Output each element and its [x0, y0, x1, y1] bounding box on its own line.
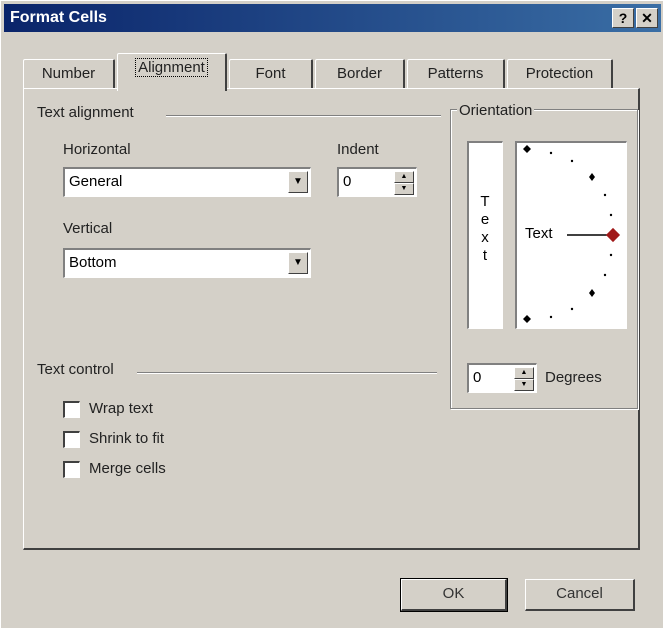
tab-patterns[interactable]: Patterns: [407, 59, 505, 89]
indent-label: Indent: [337, 141, 379, 158]
dial-text-label: Text: [525, 225, 555, 242]
merge-cells-label: Merge cells: [89, 460, 166, 477]
degrees-label: Degrees: [545, 369, 602, 386]
vertical-select[interactable]: Bottom ▼: [63, 248, 311, 278]
indent-stepper[interactable]: 0 ▲ ▼: [337, 167, 417, 197]
ok-button[interactable]: OK: [400, 578, 508, 612]
chevron-down-icon[interactable]: ▼: [288, 171, 308, 193]
wrap-text-checkbox[interactable]: [63, 401, 80, 418]
tab-border-label: Border: [336, 65, 383, 82]
tab-number[interactable]: Number: [23, 59, 115, 89]
tab-number-label: Number: [41, 65, 96, 82]
chevron-down-icon[interactable]: ▼: [288, 252, 308, 274]
text-control-group-label: Text control: [35, 361, 116, 378]
tab-border[interactable]: Border: [315, 59, 405, 89]
degrees-value: 0: [473, 369, 482, 386]
cancel-button[interactable]: Cancel: [525, 579, 635, 611]
spin-down-icon[interactable]: ▼: [394, 183, 414, 195]
tab-alignment[interactable]: Alignment: [117, 53, 227, 91]
vertical-text-char: e: [480, 211, 490, 228]
tab-protection[interactable]: Protection: [507, 59, 613, 89]
format-cells-dialog: Format Cells ? ✕ Number Alignment Font B…: [0, 0, 663, 628]
horizontal-label: Horizontal: [63, 141, 131, 158]
text-alignment-divider: [166, 115, 441, 117]
vertical-text-char: T: [480, 193, 490, 210]
horizontal-select[interactable]: General ▼: [63, 167, 311, 197]
wrap-text-label: Wrap text: [89, 400, 153, 417]
tab-patterns-label: Patterns: [427, 65, 484, 82]
vertical-label: Vertical: [63, 220, 113, 237]
vertical-text-char: t: [482, 247, 488, 264]
vertical-value: Bottom: [69, 254, 117, 271]
shrink-to-fit-checkbox[interactable]: [63, 431, 80, 448]
tab-alignment-label: Alignment: [135, 58, 208, 77]
tab-font[interactable]: Font: [229, 59, 313, 89]
horizontal-value: General: [69, 173, 123, 190]
text-alignment-group-label: Text alignment: [35, 104, 136, 121]
text-control-divider: [137, 372, 437, 374]
tab-font-label: Font: [255, 65, 286, 82]
dialog-title: Format Cells: [10, 9, 107, 26]
shrink-to-fit-label: Shrink to fit: [89, 430, 165, 447]
orientation-group-label: Orientation: [457, 102, 535, 119]
spin-down-icon[interactable]: ▼: [514, 379, 534, 391]
indent-value: 0: [343, 173, 352, 190]
merge-cells-checkbox[interactable]: [63, 461, 80, 478]
spin-up-icon[interactable]: ▲: [514, 367, 534, 379]
vertical-text-char: x: [481, 229, 489, 246]
close-button[interactable]: ✕: [636, 8, 658, 28]
help-button[interactable]: ?: [612, 8, 634, 28]
tab-protection-label: Protection: [525, 65, 594, 82]
orientation-dial[interactable]: Text: [515, 141, 627, 329]
title-bar: Format Cells ? ✕: [4, 4, 661, 32]
vertical-text-toggle[interactable]: T e x t: [467, 141, 503, 329]
spin-up-icon[interactable]: ▲: [394, 171, 414, 183]
degrees-stepper[interactable]: 0 ▲ ▼: [467, 363, 537, 393]
